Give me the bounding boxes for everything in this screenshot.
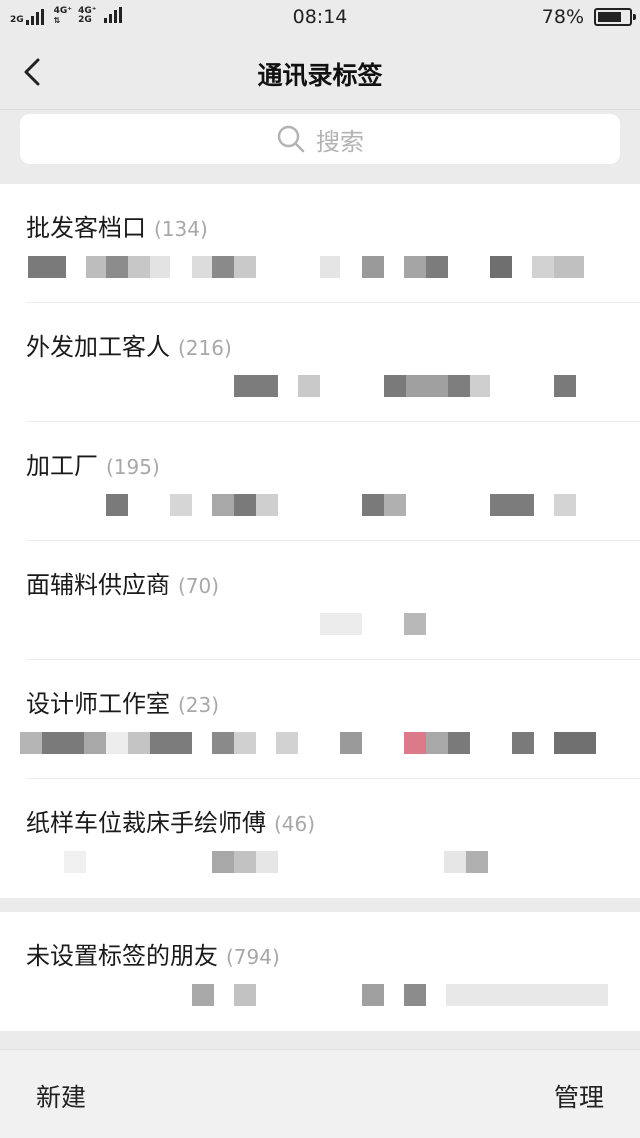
tag-name: 批发客档口 [26, 214, 146, 242]
tag-count: (46) [274, 812, 316, 836]
battery-icon [594, 8, 636, 26]
page-title: 通讯录标签 [257, 61, 383, 90]
search-input[interactable]: 搜索 [20, 114, 620, 164]
bottom-toolbar: 新建 管理 [0, 1049, 640, 1138]
tag-list: 批发客档口 (134) 外发加工客人 (216) 加工厂 (195) 面辅料供应… [0, 184, 640, 898]
search-bar: 搜索 [0, 110, 640, 184]
tag-members-blurred [26, 984, 614, 1008]
tag-name: 外发加工客人 [26, 333, 170, 361]
chevron-left-icon [24, 58, 40, 86]
battery-level-fill [598, 12, 622, 22]
tag-count: (23) [178, 693, 220, 717]
tag-name: 未设置标签的朋友 [26, 942, 218, 970]
tag-item[interactable]: 纸样车位裁床手绘师傅 (46) [0, 779, 640, 898]
tag-count: (70) [178, 574, 220, 598]
battery-percent: 78% [541, 6, 584, 28]
tag-count: (216) [178, 336, 232, 360]
tag-count: (134) [154, 217, 208, 241]
tag-item[interactable]: 批发客档口 (134) [0, 184, 640, 303]
status-bar: 2G 4G⁺ ⇅ 4G⁺ 2G 08:14 78% [0, 0, 640, 34]
tag-name: 设计师工作室 [26, 690, 170, 718]
untagged-list: 未设置标签的朋友 (794) [0, 912, 640, 1031]
tag-name: 面辅料供应商 [26, 571, 170, 599]
manage-tags-button[interactable]: 管理 [554, 1078, 604, 1114]
back-button[interactable] [16, 52, 56, 92]
nav-bar: 通讯录标签 [0, 34, 640, 110]
tag-members-blurred [26, 256, 614, 280]
section-gap [0, 1031, 640, 1049]
tag-item[interactable]: 外发加工客人 (216) [0, 303, 640, 422]
tag-name: 纸样车位裁床手绘师傅 [26, 809, 266, 837]
tag-members-blurred [26, 613, 614, 637]
tag-members-blurred [20, 732, 614, 756]
tag-name: 加工厂 [26, 452, 98, 480]
search-placeholder: 搜索 [316, 127, 364, 156]
new-tag-button[interactable]: 新建 [36, 1078, 86, 1114]
tag-members-blurred [26, 851, 614, 875]
untagged-friends-item[interactable]: 未设置标签的朋友 (794) [0, 912, 640, 1031]
section-gap [0, 898, 640, 912]
tag-item[interactable]: 设计师工作室 (23) [0, 660, 640, 779]
tag-count: (794) [226, 945, 280, 969]
tag-members-blurred [26, 494, 614, 518]
tag-count: (195) [106, 455, 160, 479]
tag-item[interactable]: 面辅料供应商 (70) [0, 541, 640, 660]
tag-members-blurred [26, 375, 614, 399]
tag-item[interactable]: 加工厂 (195) [0, 422, 640, 541]
search-icon [277, 125, 305, 153]
